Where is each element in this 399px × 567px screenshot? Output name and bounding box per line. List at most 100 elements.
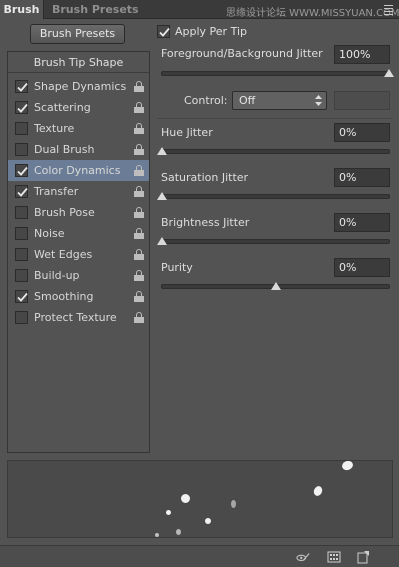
list-item-label: Color Dynamics <box>34 164 121 177</box>
preview-dab <box>231 500 236 508</box>
list-item-noise[interactable]: Noise <box>8 223 149 244</box>
list-item-label: Smoothing <box>34 290 94 303</box>
create-new-brush-icon[interactable] <box>356 550 370 564</box>
list-item-shape-dynamics[interactable]: Shape Dynamics <box>8 76 149 97</box>
panel-bottom-bar <box>0 545 399 567</box>
purity-input[interactable]: 0% <box>334 258 390 277</box>
list-item-protect-texture[interactable]: Protect Texture <box>8 307 149 328</box>
list-item-label: Noise <box>34 227 65 240</box>
brightness-jitter-slider[interactable] <box>157 237 390 245</box>
checkmark-icon <box>17 103 28 113</box>
apply-per-tip-label: Apply Per Tip <box>175 25 247 38</box>
checkmark-icon <box>17 292 28 302</box>
toggle-live-tip-preview-icon[interactable] <box>296 550 310 564</box>
divider <box>157 118 393 119</box>
fg-bg-jitter-label: Foreground/Background Jitter <box>161 47 323 60</box>
lock-icon[interactable] <box>134 186 144 197</box>
lock-icon[interactable] <box>134 144 144 155</box>
fg-bg-jitter-slider[interactable] <box>161 69 394 77</box>
lock-icon[interactable] <box>134 249 144 260</box>
preview-dab <box>312 484 324 498</box>
lock-icon[interactable] <box>134 123 144 134</box>
saturation-jitter-input[interactable]: 0% <box>334 168 390 187</box>
preview-dab <box>176 529 181 535</box>
checkbox[interactable] <box>15 269 28 282</box>
list-item-brush-tip-shape[interactable]: Brush Tip Shape <box>8 52 149 73</box>
brightness-jitter-input[interactable]: 0% <box>334 213 390 232</box>
list-item-label: Wet Edges <box>34 248 93 261</box>
tab-brush[interactable]: Brush <box>0 0 44 19</box>
list-item-label: Build-up <box>34 269 80 282</box>
control-select[interactable]: Off <box>232 91 327 110</box>
hue-jitter-input[interactable]: 0% <box>334 123 390 142</box>
preview-dab <box>155 533 159 537</box>
panel-tab-bar: Brush Brush Presets 思缘设计论坛 WWW.MISSYUAN.… <box>0 0 399 19</box>
list-item-label: Scattering <box>34 101 91 114</box>
open-preset-manager-icon[interactable] <box>327 550 341 564</box>
lock-icon[interactable] <box>134 228 144 239</box>
lock-icon[interactable] <box>134 102 144 113</box>
checkbox[interactable] <box>15 164 28 177</box>
list-item-label: Shape Dynamics <box>34 80 127 93</box>
checkmark-icon <box>17 166 28 176</box>
saturation-jitter-slider[interactable] <box>157 192 390 200</box>
apply-per-tip[interactable]: Apply Per Tip <box>157 24 277 40</box>
preview-dab <box>340 461 355 472</box>
checkbox[interactable] <box>15 80 28 93</box>
checkbox[interactable] <box>15 311 28 324</box>
list-item-label: Transfer <box>34 185 79 198</box>
saturation-jitter-label: Saturation Jitter <box>161 171 249 184</box>
checkmark-icon <box>17 82 28 92</box>
checkbox[interactable] <box>15 227 28 240</box>
slider-thumb[interactable] <box>157 237 167 245</box>
purity-slider[interactable] <box>161 282 390 290</box>
control-amount-field-disabled <box>334 91 390 110</box>
panel-menu-icon[interactable] <box>381 2 395 16</box>
slider-thumb[interactable] <box>157 147 167 155</box>
brush-settings-list: Brush Tip Shape Shape Dynamics Scatterin… <box>7 51 150 453</box>
list-item-transfer[interactable]: Transfer <box>8 181 149 202</box>
list-item-label: Texture <box>34 122 75 135</box>
checkbox[interactable] <box>15 185 28 198</box>
list-item-texture[interactable]: Texture <box>8 118 149 139</box>
list-item-brush-pose[interactable]: Brush Pose <box>8 202 149 223</box>
list-item-smoothing[interactable]: Smoothing <box>8 286 149 307</box>
checkbox[interactable] <box>15 143 28 156</box>
lock-icon[interactable] <box>134 81 144 92</box>
checkbox[interactable] <box>15 248 28 261</box>
lock-icon[interactable] <box>134 312 144 323</box>
slider-thumb[interactable] <box>384 69 394 77</box>
fg-bg-jitter-input[interactable]: 100% <box>334 45 390 64</box>
list-item-dual-brush[interactable]: Dual Brush <box>8 139 149 160</box>
checkbox[interactable] <box>15 101 28 114</box>
lock-icon[interactable] <box>134 270 144 281</box>
slider-thumb[interactable] <box>271 282 281 290</box>
checkbox[interactable] <box>15 206 28 219</box>
preview-dab <box>181 494 190 503</box>
lock-icon[interactable] <box>134 207 144 218</box>
checkbox[interactable] <box>15 290 28 303</box>
list-item-color-dynamics[interactable]: Color Dynamics <box>8 160 149 181</box>
checkmark-icon <box>17 187 28 197</box>
preview-dab <box>205 518 211 524</box>
list-item-label: Dual Brush <box>34 143 95 156</box>
list-item-label: Protect Texture <box>34 311 117 324</box>
brush-stroke-preview <box>7 460 393 538</box>
checkbox[interactable] <box>15 122 28 135</box>
brush-presets-button[interactable]: Brush Presets <box>30 24 125 44</box>
hue-jitter-label: Hue Jitter <box>161 126 213 139</box>
lock-icon[interactable] <box>134 165 144 176</box>
list-item-label: Brush Pose <box>34 206 95 219</box>
slider-thumb[interactable] <box>157 192 167 200</box>
control-select-value: Off <box>239 94 256 107</box>
list-item-wet-edges[interactable]: Wet Edges <box>8 244 149 265</box>
list-item-scattering[interactable]: Scattering <box>8 97 149 118</box>
watermark-text: 思缘设计论坛 WWW.MISSYUAN.COM <box>226 8 399 19</box>
apply-per-tip-checkbox[interactable] <box>157 25 170 38</box>
purity-label: Purity <box>161 261 193 274</box>
list-item-build-up[interactable]: Build-up <box>8 265 149 286</box>
hue-jitter-slider[interactable] <box>157 147 390 155</box>
checkmark-icon <box>159 27 170 37</box>
tab-brush-presets[interactable]: Brush Presets <box>52 0 139 19</box>
lock-icon[interactable] <box>134 291 144 302</box>
